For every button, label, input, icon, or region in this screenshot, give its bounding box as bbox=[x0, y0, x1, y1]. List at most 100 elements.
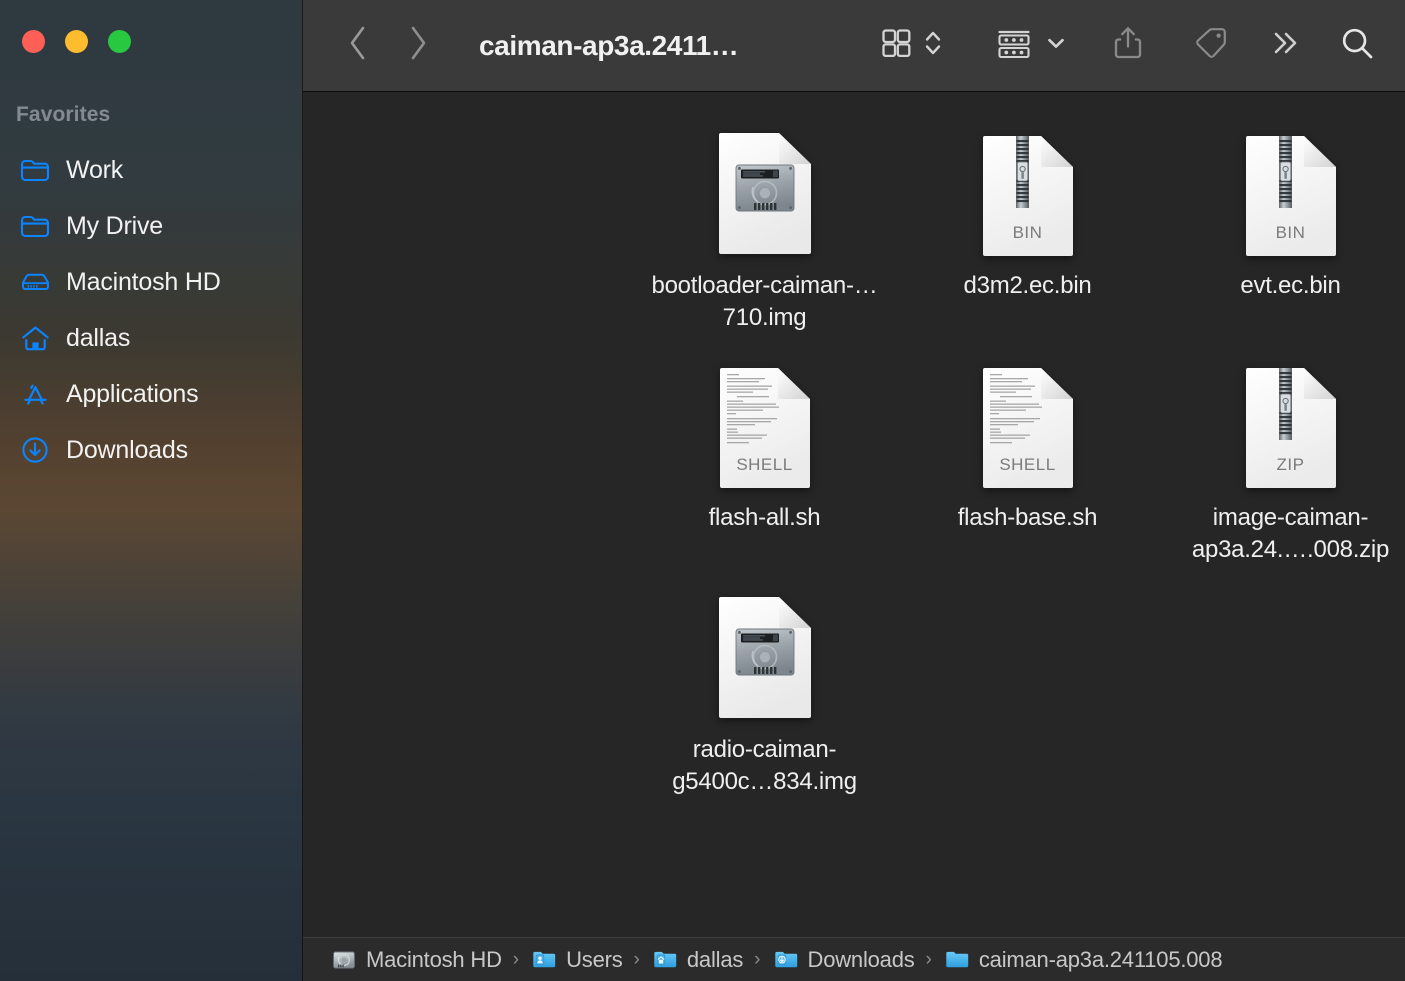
file-name: radio-caiman-g5400c…834.img bbox=[672, 736, 857, 795]
view-options-group bbox=[878, 25, 943, 66]
file-item[interactable]: ZIP image-caiman-ap3a.24.….008.zip bbox=[1159, 348, 1405, 580]
file-item[interactable]: SHELL flash-base.sh bbox=[896, 348, 1159, 580]
breadcrumb-dallas[interactable]: dallas bbox=[651, 947, 743, 973]
file-kind-label: BIN bbox=[1275, 223, 1306, 242]
sidebar-item-label: Applications bbox=[66, 379, 199, 408]
chevron-down-icon bbox=[1045, 32, 1067, 59]
file-thumbnail bbox=[717, 116, 813, 256]
sidebar-item-work[interactable]: Work bbox=[0, 142, 303, 198]
group-by-chevron-button[interactable] bbox=[1045, 32, 1067, 59]
sidebar-item-label: dallas bbox=[66, 323, 131, 352]
harddisk-document-icon bbox=[717, 131, 813, 256]
file-thumbnail: ZIP bbox=[1244, 348, 1338, 488]
folder-users-icon bbox=[530, 948, 558, 972]
window-title: caiman-ap3a.2411… bbox=[479, 29, 739, 61]
close-button[interactable] bbox=[22, 30, 45, 53]
sidebar-section-favorites: Favorites bbox=[16, 103, 111, 126]
folder-icon bbox=[943, 948, 971, 972]
applications-icon bbox=[18, 379, 52, 409]
file-item[interactable]: radio-caiman-g5400c…834.img bbox=[633, 580, 896, 812]
file-thumbnail: SHELL bbox=[981, 348, 1075, 488]
path-bar: Macintosh HD › Users › dallas › Download… bbox=[303, 937, 1405, 981]
file-kind-label: BIN bbox=[1012, 223, 1043, 242]
toolbar: caiman-ap3a.2411… bbox=[303, 0, 1405, 92]
toolbar-right-group bbox=[772, 23, 1405, 68]
search-button[interactable] bbox=[1337, 23, 1377, 68]
sidebar: Favorites Work My Drive Macintosh HD dal… bbox=[0, 0, 303, 981]
file-thumbnail: SHELL bbox=[718, 348, 812, 488]
shell-document-icon: SHELL bbox=[718, 366, 812, 488]
maximize-button[interactable] bbox=[108, 30, 131, 53]
file-kind-label: SHELL bbox=[736, 455, 793, 474]
breadcrumb-separator: › bbox=[754, 949, 761, 970]
breadcrumb-downloads[interactable]: Downloads bbox=[772, 947, 915, 973]
file-name: bootloader-caiman-…710.img bbox=[651, 272, 878, 331]
folder-icon bbox=[18, 211, 52, 241]
folder-downloads-icon bbox=[772, 948, 800, 972]
sidebar-item-dallas[interactable]: dallas bbox=[0, 310, 303, 366]
breadcrumb-macintosh-hd[interactable]: Macintosh HD bbox=[330, 947, 502, 973]
breadcrumb-separator: › bbox=[925, 949, 932, 970]
icon-view-grid-icon bbox=[878, 25, 914, 66]
harddisk-document-icon bbox=[717, 595, 813, 720]
breadcrumb-separator: › bbox=[512, 949, 520, 970]
search-icon bbox=[1337, 23, 1377, 68]
file-thumbnail: BIN bbox=[1244, 116, 1338, 256]
group-by-button[interactable] bbox=[995, 24, 1033, 67]
folder-home-icon bbox=[651, 948, 679, 972]
breadcrumb-current-folder[interactable]: caiman-ap3a.241105.008 bbox=[943, 947, 1223, 973]
tag-button[interactable] bbox=[1191, 23, 1231, 68]
sidebar-item-label: Work bbox=[66, 155, 124, 184]
sidebar-item-label: Downloads bbox=[66, 435, 188, 464]
file-item[interactable]: bootloader-caiman-…710.img bbox=[633, 116, 896, 348]
finder-window: Favorites Work My Drive Macintosh HD dal… bbox=[0, 0, 1405, 981]
breadcrumb-users[interactable]: Users bbox=[530, 946, 623, 973]
breadcrumb-label: Downloads bbox=[807, 946, 915, 972]
chevron-up-down-icon bbox=[923, 25, 943, 66]
sidebar-list: Work My Drive Macintosh HD dallas Applic… bbox=[0, 142, 303, 478]
sidebar-item-label: Macintosh HD bbox=[66, 267, 221, 296]
file-thumbnail: BIN bbox=[981, 116, 1075, 256]
navigation-buttons bbox=[341, 25, 435, 67]
file-kind-label: SHELL bbox=[999, 455, 1056, 474]
chevron-right-icon bbox=[407, 24, 429, 67]
file-grid: bootloader-caiman-…710.img BIN d3m2.ec.b… bbox=[633, 116, 1405, 812]
sidebar-item-my-drive[interactable]: My Drive bbox=[0, 198, 303, 254]
tag-icon bbox=[1191, 23, 1231, 68]
file-item[interactable]: BIN evt.ec.bin bbox=[1159, 116, 1405, 348]
view-stepper-button[interactable] bbox=[923, 25, 943, 66]
share-icon bbox=[1111, 23, 1145, 68]
file-name: d3m2.ec.bin bbox=[963, 272, 1092, 299]
file-thumbnail bbox=[717, 580, 813, 720]
file-item[interactable]: BIN d3m2.ec.bin bbox=[896, 116, 1159, 348]
sidebar-item-applications[interactable]: Applications bbox=[0, 366, 303, 422]
traffic-lights bbox=[22, 30, 131, 53]
folder-icon bbox=[18, 155, 52, 185]
breadcrumb-label: dallas bbox=[686, 946, 744, 972]
file-name: evt.ec.bin bbox=[1240, 272, 1341, 299]
file-kind-label: ZIP bbox=[1276, 455, 1305, 474]
sidebar-item-label: My Drive bbox=[66, 211, 164, 240]
minimize-button[interactable] bbox=[65, 30, 88, 53]
house-icon bbox=[18, 323, 52, 353]
zip-document-icon: BIN bbox=[1244, 134, 1338, 256]
file-name: image-caiman-ap3a.24.….008.zip bbox=[1191, 504, 1390, 563]
content-pane: caiman-ap3a.2411… bootloader-caiman-…710… bbox=[303, 0, 1405, 981]
sidebar-item-macintosh-hd[interactable]: Macintosh HD bbox=[0, 254, 303, 310]
chevron-left-icon bbox=[347, 24, 369, 67]
shell-document-icon: SHELL bbox=[981, 366, 1075, 488]
file-name: flash-base.sh bbox=[957, 504, 1098, 531]
file-name: flash-all.sh bbox=[708, 504, 821, 531]
forward-button[interactable] bbox=[401, 25, 435, 67]
back-button[interactable] bbox=[341, 25, 375, 67]
icon-view-button[interactable] bbox=[878, 25, 914, 66]
harddisk-icon bbox=[18, 267, 52, 297]
download-circle-icon bbox=[18, 435, 52, 465]
more-toolbar-items-button[interactable] bbox=[1269, 27, 1303, 64]
breadcrumb-label: Users bbox=[566, 946, 623, 972]
breadcrumb-label: caiman-ap3a.241105.008 bbox=[978, 946, 1223, 972]
share-button[interactable] bbox=[1111, 23, 1145, 68]
file-item[interactable]: SHELL flash-all.sh bbox=[633, 348, 896, 580]
zip-document-icon: BIN bbox=[981, 134, 1075, 256]
sidebar-item-downloads[interactable]: Downloads bbox=[0, 422, 303, 478]
